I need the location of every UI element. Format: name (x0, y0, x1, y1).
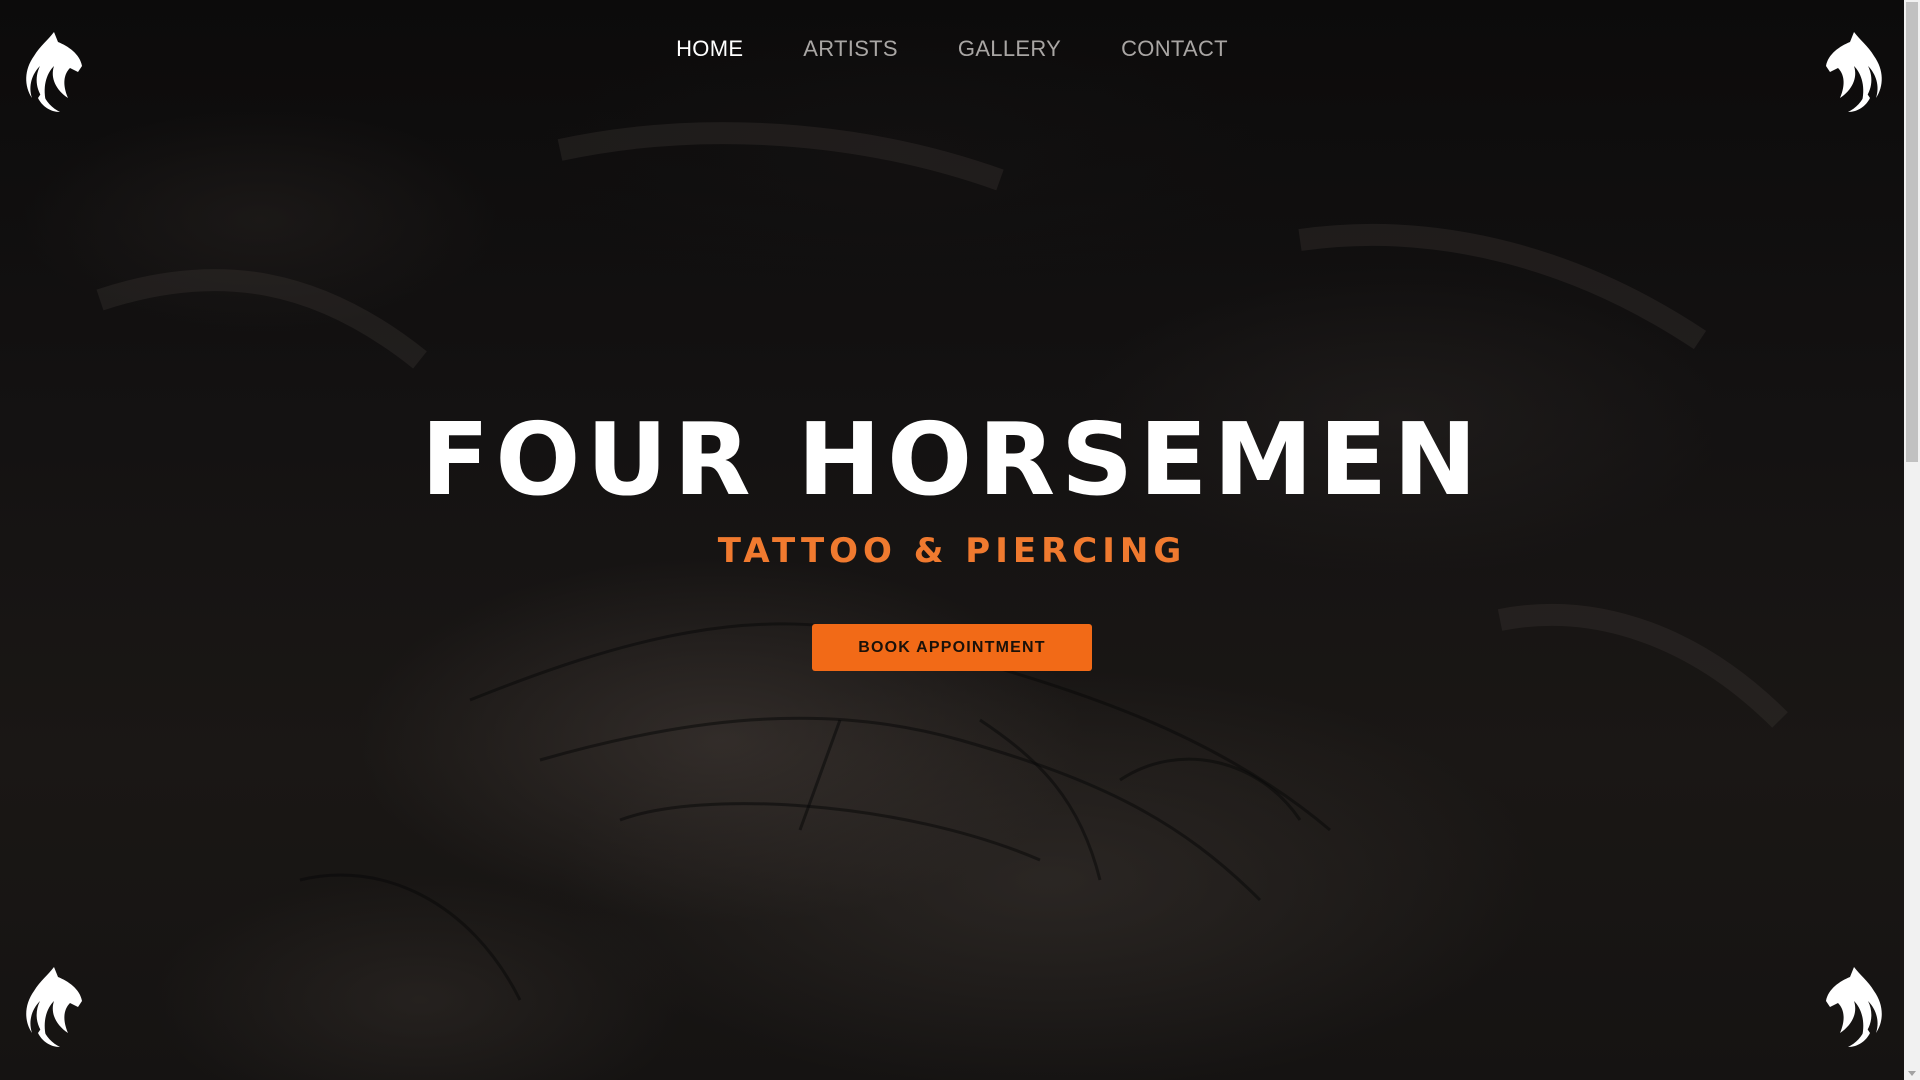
horse-head-icon (1826, 967, 1882, 1047)
scroll-down-arrow-icon[interactable] (1908, 1071, 1916, 1076)
horse-head-icon (1826, 32, 1882, 112)
page-scrollbar[interactable] (1904, 0, 1920, 1080)
main-nav: HOME ARTISTS GALLERY CONTACT (0, 36, 1904, 62)
book-appointment-button[interactable]: BOOK APPOINTMENT (812, 624, 1092, 671)
nav-item-artists[interactable]: ARTISTS (773, 36, 928, 62)
scrollbar-thumb[interactable] (1906, 2, 1918, 462)
hero-title: FOUR HORSEMEN (421, 401, 1483, 518)
horse-head-icon (26, 32, 82, 112)
hero-subtitle: TATTOO & PIERCING (717, 531, 1187, 571)
nav-item-home[interactable]: HOME (646, 36, 773, 62)
nav-item-contact[interactable]: CONTACT (1091, 36, 1258, 62)
horse-head-icon (26, 967, 82, 1047)
page: HOME ARTISTS GALLERY CONTACT FOUR HORSEM… (0, 0, 1920, 1080)
nav-item-gallery[interactable]: GALLERY (928, 36, 1091, 62)
